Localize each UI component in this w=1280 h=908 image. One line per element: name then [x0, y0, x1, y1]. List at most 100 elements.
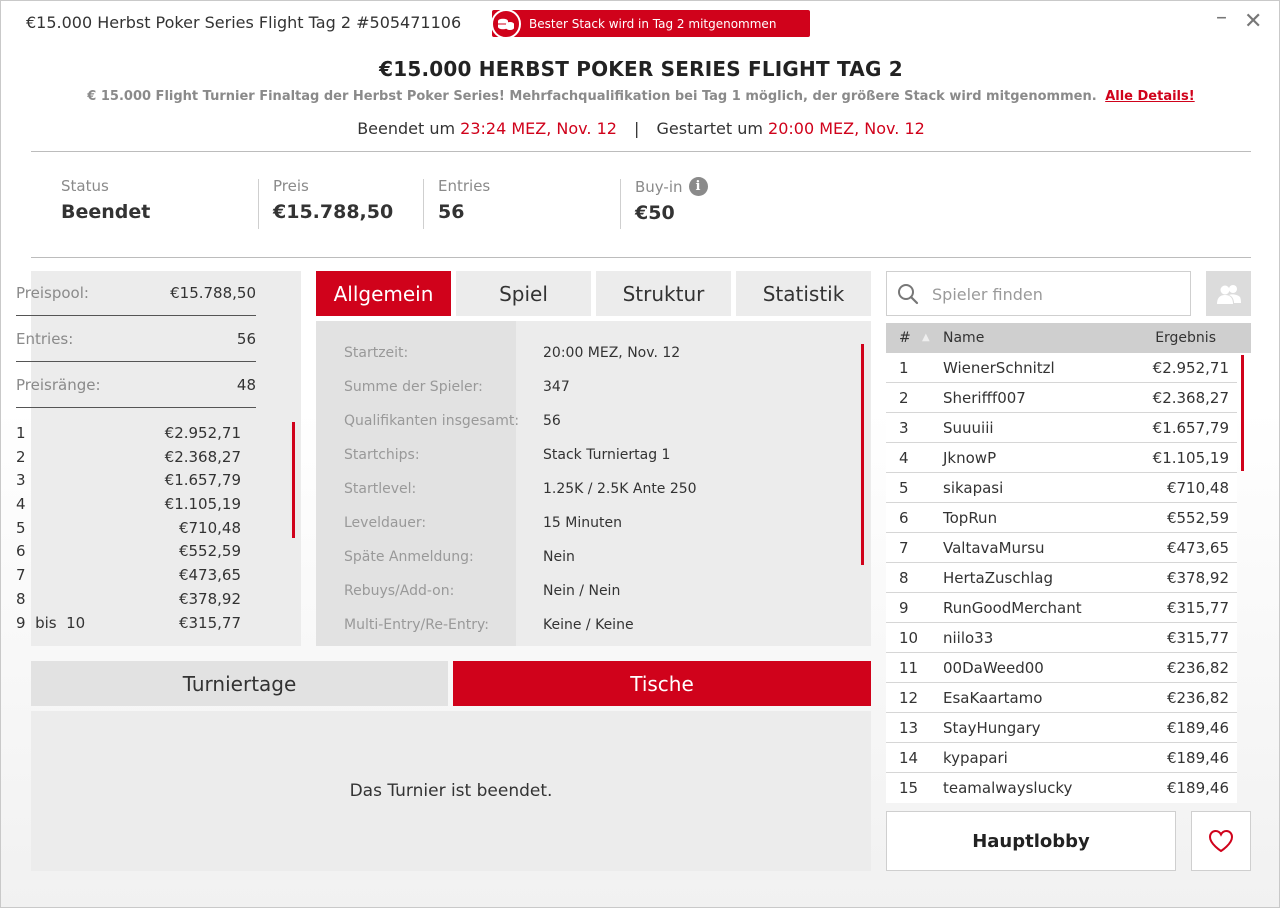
table-row[interactable]: 4 JknowP €1.105,19: [886, 443, 1237, 473]
stat-entries: Entries 56: [438, 177, 490, 229]
payout-item: 2 €2.368,27: [16, 447, 256, 471]
tab-spiel[interactable]: Spiel: [456, 271, 591, 316]
info-row: Summe der Spieler: 347: [316, 379, 871, 413]
leaderboard-list[interactable]: 1 WienerSchnitzl €2.952,71 2 Sherifff007 €2.…: [886, 353, 1237, 803]
info-value: 15 Minuten: [543, 515, 622, 531]
info-scrollbar[interactable]: [861, 344, 864, 565]
info-row: Qualifikanten insgesamt: 56: [316, 413, 871, 447]
row-rank: 13: [899, 719, 919, 737]
table-row[interactable]: 9 RunGoodMerchant €315,77: [886, 593, 1237, 623]
leaderboard-scrollbar[interactable]: [1241, 355, 1244, 471]
row-name: HertaZuschlag: [943, 569, 1053, 587]
info-value: Stack Turniertag 1: [543, 447, 671, 463]
stat-entries-value: 56: [438, 201, 465, 223]
info-key: Multi-Entry/Re-Entry:: [344, 617, 489, 633]
started-time: 20:00 MEZ, Nov. 12: [768, 119, 925, 138]
payout-item: 8 €378,92: [16, 589, 256, 613]
row-prize: €1.105,19: [1152, 449, 1229, 467]
details-link[interactable]: Alle Details!: [1105, 89, 1195, 104]
info-row: Startzeit: 20:00 MEZ, Nov. 12: [316, 345, 871, 379]
table-row[interactable]: 2 Sherifff007 €2.368,27: [886, 383, 1237, 413]
table-row[interactable]: 3 Suuuiii €1.657,79: [886, 413, 1237, 443]
payout-item: 5 €710,48: [16, 518, 256, 542]
table-row[interactable]: 5 sikapasi €710,48: [886, 473, 1237, 503]
leaderboard-header: # ▲ Name Ergebnis: [886, 323, 1251, 353]
row-prize: €315,77: [1166, 599, 1229, 617]
row-prize: €236,82: [1166, 689, 1229, 707]
row-name: EsaKaartamo: [943, 689, 1043, 707]
payout-item: 4 €1.105,19: [16, 494, 256, 518]
tab-statistik[interactable]: Statistik: [736, 271, 871, 316]
payout-scrollbar[interactable]: [292, 422, 295, 538]
payout-place: 1: [16, 424, 26, 442]
row-rank: 12: [899, 689, 919, 707]
table-row[interactable]: 1 WienerSchnitzl €2.952,71: [886, 353, 1237, 383]
tournament-subtitle: € 15.000 Flight Turnier Finaltag der Her…: [1, 89, 1279, 104]
prize-pool-value: €15.788,50: [170, 284, 256, 302]
table-row[interactable]: 11 00DaWeed00 €236,82: [886, 653, 1237, 683]
minimize-button[interactable]: –: [1216, 5, 1227, 30]
entries-label: Entries:: [16, 330, 74, 348]
table-row[interactable]: 15 teamalwayslucky €189,46: [886, 773, 1237, 803]
info-key: Summe der Spieler:: [344, 379, 483, 395]
row-name: WienerSchnitzl: [943, 359, 1055, 377]
sort-up-icon[interactable]: ▲: [922, 332, 930, 343]
entries-value: 56: [236, 330, 256, 348]
stat-prize-label: Preis: [273, 177, 309, 195]
col-result[interactable]: Ergebnis: [1155, 330, 1216, 346]
info-key: Qualifikanten insgesamt:: [344, 413, 520, 429]
info-row: Rebuys/Add-on: Nein / Nein: [316, 583, 871, 617]
table-row[interactable]: 14 kypapari €189,46: [886, 743, 1237, 773]
tab-allgemein[interactable]: Allgemein: [316, 271, 451, 316]
payout-list[interactable]: 1 €2.952,71 2 €2.368,27 3 €1.657,79 4 €1.105…: [16, 423, 256, 636]
main-lobby-button[interactable]: Hauptlobby: [886, 811, 1176, 871]
divider: [258, 179, 259, 229]
divider: [31, 151, 1251, 152]
info-key: Startzeit:: [344, 345, 409, 361]
close-button[interactable]: ✕: [1244, 9, 1262, 34]
info-key: Rebuys/Add-on:: [344, 583, 455, 599]
payout-place: 2: [16, 447, 26, 466]
payout-item: 9 bis 10 €315,77: [16, 613, 256, 637]
row-rank: 2: [899, 389, 909, 407]
divider: [423, 179, 424, 229]
buddy-list-button[interactable]: [1206, 271, 1251, 316]
table-row[interactable]: 13 StayHungary €189,46: [886, 713, 1237, 743]
row-prize: €710,48: [1166, 479, 1229, 497]
tab-struktur[interactable]: Struktur: [596, 271, 731, 316]
stat-buyin: Buy-in i €50: [635, 177, 708, 229]
info-key: Startchips:: [344, 447, 420, 463]
row-name: niilo33: [943, 629, 994, 647]
row-prize: €236,82: [1166, 659, 1229, 677]
col-name[interactable]: Name: [943, 330, 984, 346]
table-row[interactable]: 12 EsaKaartamo €236,82: [886, 683, 1237, 713]
info-value: Nein / Nein: [543, 583, 621, 599]
payout-item: 3 €1.657,79: [16, 470, 256, 494]
table-row[interactable]: 10 niilo33 €315,77: [886, 623, 1237, 653]
player-search[interactable]: [886, 271, 1191, 316]
tournament-title: €15.000 HERBST POKER SERIES FLIGHT TAG 2: [379, 57, 903, 81]
row-rank: 10: [899, 629, 919, 647]
favorite-button[interactable]: [1191, 811, 1251, 871]
table-row[interactable]: 6 TopRun €552,59: [886, 503, 1237, 533]
info-icon[interactable]: i: [688, 177, 708, 196]
badge-label: Bester Stack wird in Tag 2 mitgenommen: [529, 16, 777, 31]
row-rank: 6: [899, 509, 909, 527]
payout-item: 1 €2.952,71: [16, 423, 256, 447]
table-row[interactable]: 7 ValtavaMursu €473,65: [886, 533, 1237, 563]
tab-turniertage[interactable]: Turniertage: [31, 661, 448, 706]
ended-label: Beendet um: [357, 119, 456, 138]
search-input[interactable]: [932, 282, 1182, 306]
row-name: 00DaWeed00: [943, 659, 1044, 677]
row-rank: 5: [899, 479, 909, 497]
best-stack-badge: Bester Stack wird in Tag 2 mitgenommen: [491, 8, 810, 39]
stat-entries-label: Entries: [438, 177, 491, 195]
tab-tische[interactable]: Tische: [453, 661, 871, 706]
info-key: Späte Anmeldung:: [344, 549, 474, 565]
row-rank: 11: [899, 659, 919, 677]
table-row[interactable]: 8 HertaZuschlag €378,92: [886, 563, 1237, 593]
row-name: sikapasi: [943, 479, 1004, 497]
col-rank[interactable]: #: [899, 330, 911, 346]
info-row: Startlevel: 1.25K / 2.5K Ante 250: [316, 481, 871, 515]
tournament-times: Beendet um 23:24 MEZ, Nov. 12 | Gestarte…: [1, 119, 1279, 138]
